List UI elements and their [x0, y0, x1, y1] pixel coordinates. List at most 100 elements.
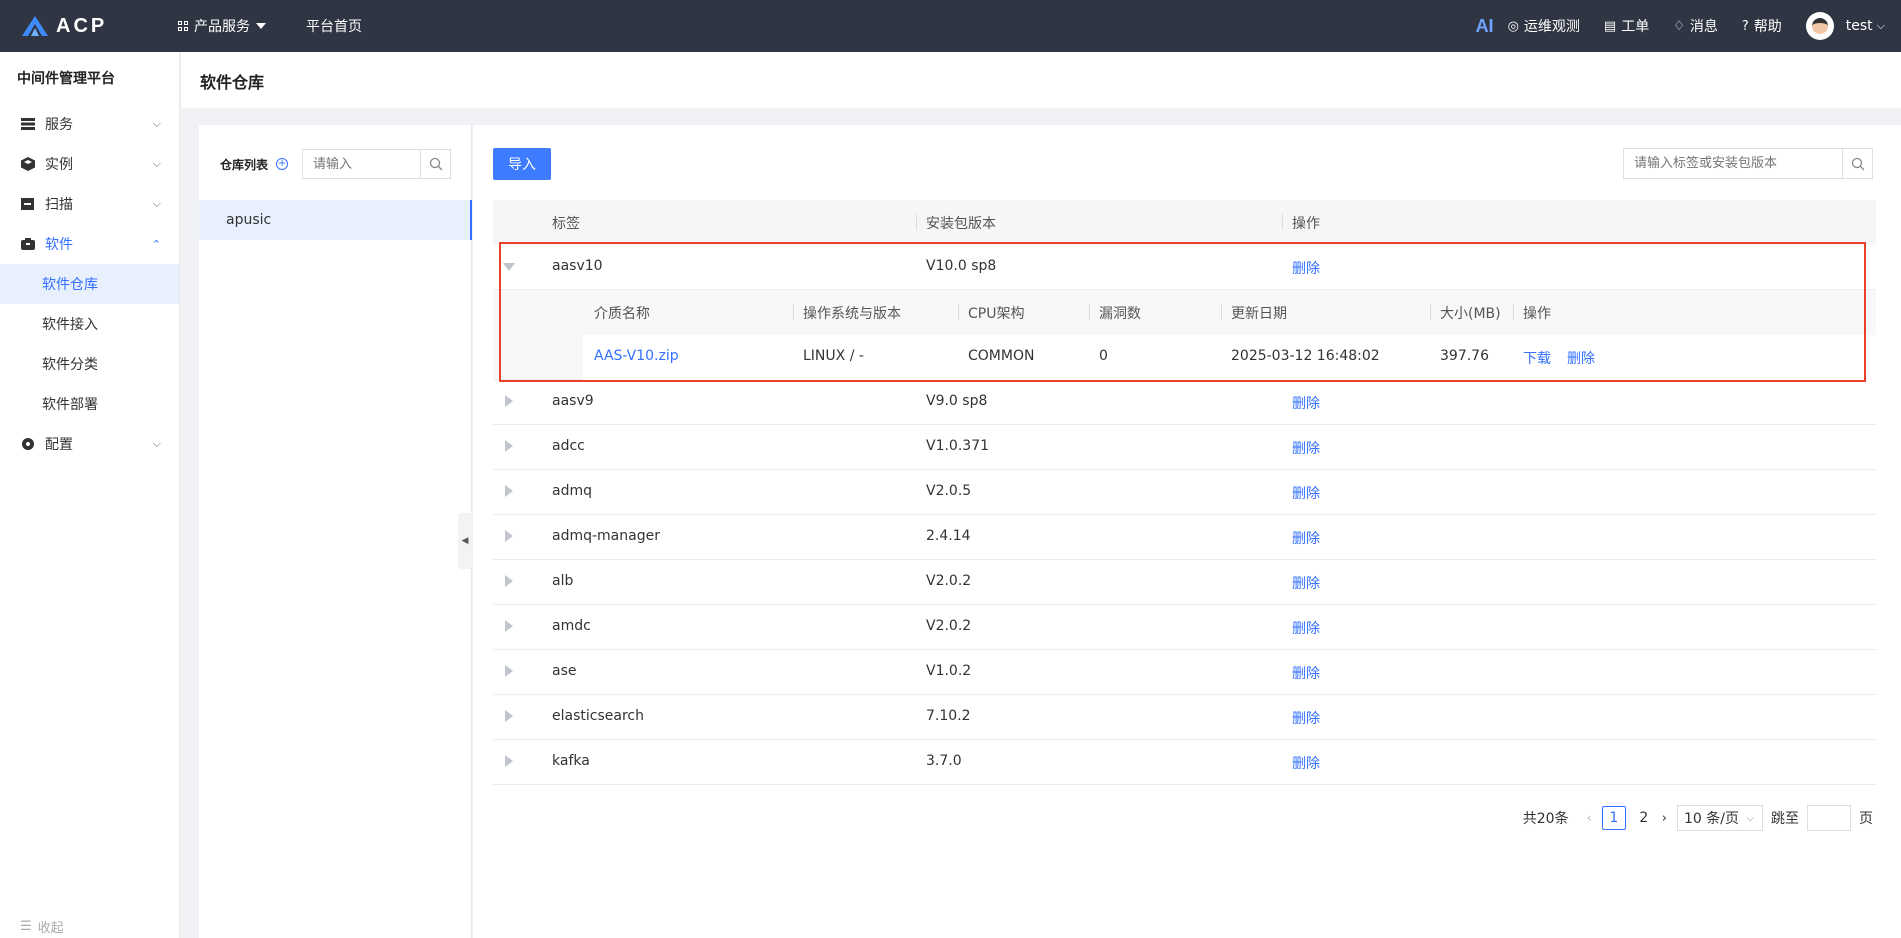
page-1-button[interactable]: 1 [1601, 806, 1626, 830]
search-icon[interactable] [1842, 149, 1872, 178]
package-search-input[interactable] [1624, 149, 1842, 178]
expand-row-icon[interactable] [505, 665, 513, 677]
sidebar-item-services[interactable]: 服务 ⌵ [0, 104, 179, 144]
expand-row-icon[interactable] [505, 575, 513, 587]
table-row[interactable]: elasticsearch 7.10.2 删除 [493, 695, 1876, 740]
expand-row-icon[interactable] [505, 755, 513, 767]
expand-row-icon[interactable] [505, 395, 513, 407]
import-button[interactable]: 导入 [493, 148, 551, 180]
delete-link[interactable]: 删除 [1292, 258, 1320, 278]
header-action: 操作 [1292, 216, 1320, 232]
expand-row-icon[interactable] [505, 710, 513, 722]
ops-observe-button[interactable]: ◎ 运维观测 [1508, 16, 1580, 36]
delete-link[interactable]: 删除 [1292, 708, 1320, 728]
table-row[interactable]: admq V2.0.5 删除 [493, 470, 1876, 515]
sub-row-updated: 2025-03-12 16:48:02 [1231, 348, 1380, 364]
download-link[interactable]: 下载 [1523, 348, 1551, 368]
top-right-tools: AI ◎ 运维观测 ▤ 工单 ♢ 消息 ? 帮助 test ⌵ [1476, 12, 1885, 40]
ai-button[interactable]: AI [1476, 16, 1494, 37]
table-row[interactable]: adcc V1.0.371 删除 [493, 425, 1876, 470]
table-row[interactable]: aasv9 V9.0 sp8 删除 [493, 380, 1876, 425]
sidebar-item-software[interactable]: 软件 ⌃ [0, 224, 179, 264]
delete-link[interactable]: 删除 [1292, 438, 1320, 458]
row-tag: aasv9 [552, 393, 594, 409]
next-page-icon[interactable]: › [1662, 811, 1667, 826]
header-divider [793, 304, 794, 320]
expand-row-icon[interactable] [505, 620, 513, 632]
repo-list-panel: 仓库列表 + apusic [199, 125, 472, 938]
delete-link[interactable]: 删除 [1292, 663, 1320, 683]
messages-label: 消息 [1689, 19, 1718, 35]
sidebar-item-instances[interactable]: 实例 ⌵ [0, 144, 179, 184]
sub-header-action: 操作 [1523, 306, 1551, 322]
sub-header-vulns: 漏洞数 [1099, 306, 1141, 322]
sidebar-item-scan[interactable]: 扫描 ⌵ [0, 184, 179, 224]
header-divider [1089, 304, 1090, 320]
table-row[interactable]: amdc V2.0.2 删除 [493, 605, 1876, 650]
repo-search [302, 149, 452, 179]
delete-link[interactable]: 删除 [1292, 618, 1320, 638]
top-bar: ACP 产品服务 平台首页 AI ◎ 运维观测 ▤ 工单 ♢ 消息 ? 帮助 t… [0, 0, 1901, 52]
avatar-face-icon [1811, 18, 1828, 34]
sidebar-subitem-software-category[interactable]: 软件分类 [0, 344, 179, 384]
add-repo-icon[interactable]: + [276, 158, 289, 170]
table-row[interactable]: alb V2.0.2 删除 [493, 560, 1876, 605]
delete-link[interactable]: 删除 [1292, 528, 1320, 548]
nav-product-services[interactable]: 产品服务 [178, 16, 266, 36]
sidebar-subitem-software-deploy[interactable]: 软件部署 [0, 384, 179, 424]
location-eye-icon: ◎ [1507, 18, 1519, 34]
sidebar-item-config[interactable]: 配置 ⌵ [0, 424, 179, 464]
header-version: 安装包版本 [926, 216, 996, 232]
row-tag: admq [552, 483, 592, 499]
messages-button[interactable]: ♢ 消息 [1673, 16, 1718, 36]
prev-page-icon[interactable]: ‹ [1587, 811, 1592, 826]
delete-link[interactable]: 删除 [1292, 753, 1320, 773]
page-2-button[interactable]: 2 [1632, 806, 1656, 830]
page-size-select[interactable]: 10 条/页 ⌵ [1677, 805, 1763, 831]
jump-page-input[interactable] [1807, 805, 1851, 831]
top-nav: 产品服务 平台首页 [178, 16, 402, 36]
table-row[interactable]: admq-manager 2.4.14 删除 [493, 515, 1876, 560]
expand-row-icon[interactable] [505, 530, 513, 542]
table-row[interactable]: aasv10 V10.0 sp8 删除 [493, 245, 1876, 290]
expand-row-icon[interactable] [505, 485, 513, 497]
repo-item-apusic[interactable]: apusic [199, 200, 472, 240]
ticket-button[interactable]: ▤ 工单 [1604, 16, 1649, 36]
sub-header-updated: 更新日期 [1231, 306, 1287, 322]
ticket-label: 工单 [1621, 19, 1650, 35]
nav-label: 平台首页 [306, 19, 362, 35]
media-name-link[interactable]: AAS-V10.zip [594, 348, 679, 364]
collapse-row-icon[interactable] [503, 263, 515, 271]
table-row[interactable]: ase V1.0.2 删除 [493, 650, 1876, 695]
search-icon[interactable] [420, 150, 450, 178]
logo[interactable]: ACP [20, 14, 160, 38]
sub-delete-link[interactable]: 删除 [1567, 348, 1595, 368]
grid-icon [178, 21, 188, 31]
repo-list-header: 仓库列表 + [199, 125, 471, 179]
nav-platform-home[interactable]: 平台首页 [306, 16, 362, 36]
panel-toggle-left-icon[interactable]: ◀ [458, 513, 472, 569]
page-title: 软件仓库 [200, 73, 265, 92]
row-tag: kafka [552, 753, 590, 769]
table-row[interactable]: kafka 3.7.0 删除 [493, 740, 1876, 785]
sub-header-os: 操作系统与版本 [803, 306, 901, 322]
table-header: 标签 安装包版本 操作 [493, 200, 1876, 245]
sidebar: 中间件管理平台 服务 ⌵ 实例 ⌵ 扫描 ⌵ 软件 ⌃ 软件仓库 软件接入 软件… [0, 52, 180, 938]
header-divider [1513, 304, 1514, 320]
main-panel: 导入 标签 安装包版本 操作 aasv10 V10.0 sp8 删除 介质名称 … [473, 125, 1901, 938]
sub-table-row: AAS-V10.zip LINUX / - COMMON 0 2025-03-1… [493, 335, 1876, 380]
user-menu[interactable]: test ⌵ [1846, 18, 1885, 34]
delete-link[interactable]: 删除 [1292, 573, 1320, 593]
repo-search-input[interactable] [303, 150, 421, 178]
collapse-sidebar-button[interactable]: ☰ 收起 [20, 917, 64, 936]
delete-link[interactable]: 删除 [1292, 393, 1320, 413]
expand-row-icon[interactable] [505, 440, 513, 452]
user-name: test [1845, 18, 1873, 34]
avatar[interactable] [1805, 12, 1834, 40]
row-version: 3.7.0 [926, 753, 962, 769]
package-table: 标签 安装包版本 操作 aasv10 V10.0 sp8 删除 介质名称 操作系… [493, 200, 1876, 785]
help-button[interactable]: ? 帮助 [1742, 16, 1782, 36]
sidebar-subitem-software-repo[interactable]: 软件仓库 [0, 264, 179, 304]
delete-link[interactable]: 删除 [1292, 483, 1320, 503]
sidebar-subitem-software-access[interactable]: 软件接入 [0, 304, 179, 344]
